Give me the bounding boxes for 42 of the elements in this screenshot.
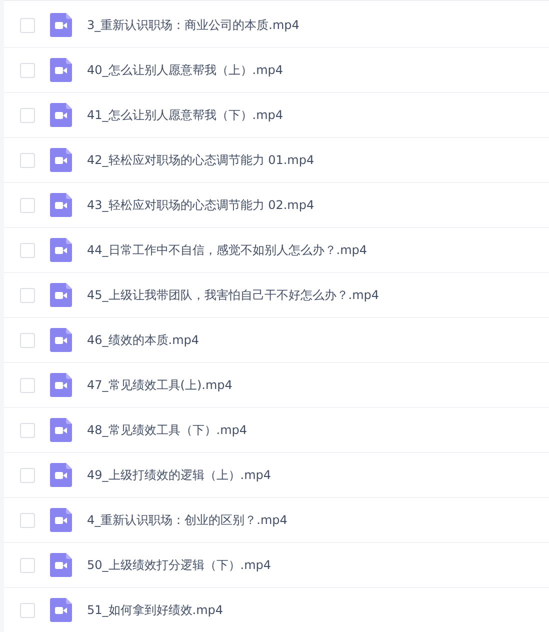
- file-name[interactable]: 51_如何拿到好绩效.mp4: [87, 602, 224, 618]
- checkbox[interactable]: [20, 152, 35, 168]
- checkbox[interactable]: [20, 558, 35, 572]
- file-name[interactable]: 3_重新认识职场：商业公司的本质.mp4: [87, 16, 300, 34]
- video-file-icon: [50, 373, 72, 397]
- checkbox[interactable]: [20, 108, 35, 122]
- video-file-icon: [50, 418, 72, 442]
- file-name[interactable]: 48_常见绩效工具（下）.mp4: [87, 422, 248, 438]
- video-file-icon: [50, 328, 72, 352]
- checkbox[interactable]: [20, 242, 35, 258]
- checkbox[interactable]: [20, 602, 35, 618]
- checkbox[interactable]: [20, 198, 35, 212]
- file-name[interactable]: 49_上级打绩效的逻辑（上）.mp4: [87, 466, 272, 484]
- checkbox[interactable]: [20, 378, 35, 392]
- checkbox[interactable]: [20, 468, 35, 482]
- checkbox[interactable]: [20, 512, 35, 528]
- video-file-icon: [50, 193, 72, 217]
- checkbox[interactable]: [20, 422, 35, 438]
- file-name[interactable]: 40_怎么让别人愿意帮我（上）.mp4: [87, 62, 284, 78]
- checkbox[interactable]: [20, 18, 35, 32]
- video-file-icon: [50, 58, 72, 82]
- file-name[interactable]: 4_重新认识职场：创业的区别？.mp4: [87, 512, 288, 528]
- video-file-icon: [50, 103, 72, 127]
- checkbox[interactable]: [20, 62, 35, 78]
- file-name[interactable]: 45_上级让我带团队，我害怕自己干不好怎么办？.mp4: [87, 286, 380, 304]
- video-file-icon: [50, 598, 72, 622]
- checkbox[interactable]: [20, 332, 35, 348]
- file-name[interactable]: 43_轻松应对职场的心态调节能力 02.mp4: [87, 196, 314, 214]
- file-name[interactable]: 41_怎么让别人愿意帮我（下）.mp4: [87, 106, 284, 124]
- file-name[interactable]: 47_常见绩效工具(上).mp4: [87, 376, 232, 394]
- file-name[interactable]: 44_日常工作中不自信，感觉不如别人怎么办？.mp4: [87, 242, 368, 258]
- video-file-icon: [50, 148, 72, 172]
- file-name[interactable]: 50_上级绩效打分逻辑（下）.mp4: [87, 556, 272, 574]
- file-name[interactable]: 46_绩效的本质.mp4: [87, 332, 200, 348]
- file-name[interactable]: 42_轻松应对职场的心态调节能力 01.mp4: [87, 152, 314, 168]
- checkbox[interactable]: [20, 288, 35, 302]
- video-file-icon: [50, 13, 72, 37]
- video-file-icon: [50, 238, 72, 262]
- video-file-icon: [50, 553, 72, 577]
- video-file-icon: [50, 508, 72, 532]
- video-file-icon: [50, 463, 72, 487]
- video-file-icon: [50, 283, 72, 307]
